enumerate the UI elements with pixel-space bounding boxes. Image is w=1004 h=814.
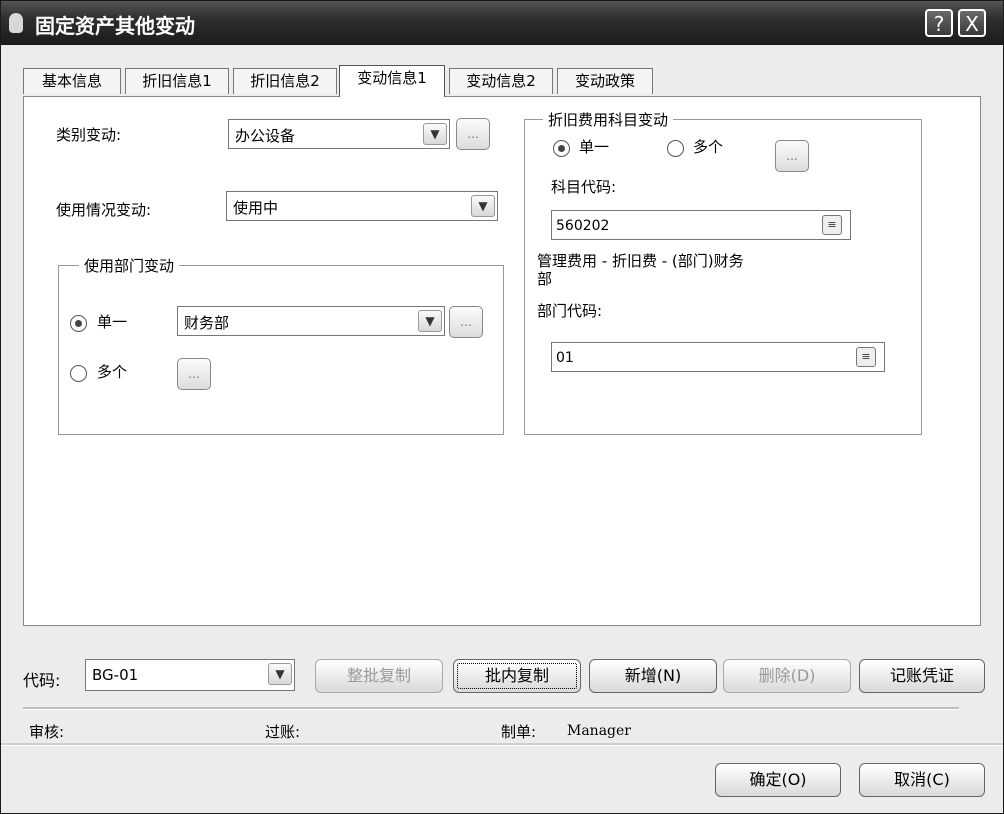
usage-change-label: 使用情况变动: (56, 201, 152, 219)
account-single-radio[interactable] (553, 140, 570, 157)
account-multi-label: 多个 (693, 138, 724, 156)
depreciation-account-group-title: 折旧费用科目变动 (543, 109, 674, 130)
dept-browse-button[interactable]: ... (449, 306, 483, 338)
dept-single-radio[interactable] (70, 315, 87, 332)
tab-depreciation-info-2[interactable]: 折旧信息2 (233, 68, 337, 94)
tab-change-policy[interactable]: 变动政策 (557, 68, 653, 94)
window-title: 固定资产其他变动 (35, 14, 195, 38)
dept-value: 财务部 (184, 314, 230, 332)
status-divider (1, 743, 1003, 746)
dept-code-value: 01 (556, 350, 574, 366)
dept-multi-browse-button[interactable]: ... (177, 358, 211, 390)
add-button[interactable]: 新增(N) (589, 659, 717, 693)
chevron-down-icon[interactable]: ▼ (268, 663, 292, 685)
close-button[interactable]: X (958, 9, 986, 37)
dept-change-group-title: 使用部门变动 (79, 255, 180, 276)
title-bar[interactable]: 固定资产其他变动 ? X (1, 1, 1003, 45)
ok-button[interactable]: 确定(O) (715, 763, 841, 797)
account-single-label: 单一 (579, 138, 610, 156)
code-value: BG-01 (92, 666, 139, 684)
tab-change-info-2[interactable]: 变动信息2 (449, 68, 553, 94)
depreciation-account-group: 折旧费用科目变动 单一 多个 ... 科目代码: 560202 ≡ 管理费用 -… (524, 109, 922, 435)
account-description-line2: 部 (537, 270, 553, 288)
category-change-label: 类别变动: (56, 126, 122, 144)
dept-single-label: 单一 (97, 313, 128, 331)
account-code-field[interactable]: 560202 ≡ (551, 210, 851, 240)
dept-code-field[interactable]: 01 ≡ (551, 342, 885, 372)
dept-multi-label: 多个 (97, 363, 128, 381)
usage-value: 使用中 (233, 199, 279, 217)
code-label: 代码: (23, 671, 61, 690)
account-code-label: 科目代码: (551, 178, 617, 196)
code-select[interactable]: BG-01 ▼ (85, 659, 295, 691)
delete-button[interactable]: 删除(D) (723, 659, 851, 693)
tab-panel: 类别变动: 办公设备 ▼ ... 使用情况变动: 使用中 ▼ 使用部门变动 单一… (23, 96, 981, 626)
category-select[interactable]: 办公设备 ▼ (228, 119, 450, 149)
dept-code-label: 部门代码: (537, 302, 603, 320)
account-multi-browse-button[interactable]: ... (775, 140, 809, 172)
account-multi-radio[interactable] (667, 140, 684, 157)
voucher-button[interactable]: 记账凭证 (859, 659, 985, 693)
account-description-line1: 管理费用 - 折旧费 - (部门)财务 (537, 252, 744, 270)
dept-multi-radio[interactable] (70, 365, 87, 382)
app-icon (9, 13, 23, 33)
tab-change-info-1[interactable]: 变动信息1 (339, 65, 445, 97)
inbatch-copy-button[interactable]: 批内复制 (453, 659, 581, 693)
chevron-down-icon[interactable]: ▼ (423, 123, 447, 145)
cancel-button[interactable]: 取消(C) (859, 763, 985, 797)
tab-depreciation-info-1[interactable]: 折旧信息1 (125, 68, 229, 94)
category-browse-button[interactable]: ... (456, 118, 490, 150)
maker-label: 制单: (501, 723, 537, 741)
help-button[interactable]: ? (925, 9, 953, 37)
post-label: 过账: (265, 723, 301, 741)
usage-select[interactable]: 使用中 ▼ (226, 191, 498, 221)
chevron-down-icon[interactable]: ▼ (418, 310, 442, 332)
tab-basic-info[interactable]: 基本信息 (23, 68, 121, 94)
list-picker-icon[interactable]: ≡ (822, 215, 842, 235)
batch-copy-button[interactable]: 整批复制 (315, 659, 443, 693)
category-value: 办公设备 (235, 127, 296, 145)
review-label: 审核: (29, 723, 65, 741)
dept-change-group: 使用部门变动 单一 财务部 ▼ ... 多个 ... (58, 255, 504, 435)
account-code-value: 560202 (556, 218, 610, 234)
maker-value: Manager (567, 723, 631, 739)
dialog-window: 固定资产其他变动 ? X 基本信息 折旧信息1 折旧信息2 变动信息1 变动信息… (0, 0, 1004, 814)
dept-select[interactable]: 财务部 ▼ (177, 306, 445, 336)
list-picker-icon[interactable]: ≡ (856, 347, 876, 367)
toolbar-divider (23, 707, 959, 710)
chevron-down-icon[interactable]: ▼ (471, 195, 495, 217)
